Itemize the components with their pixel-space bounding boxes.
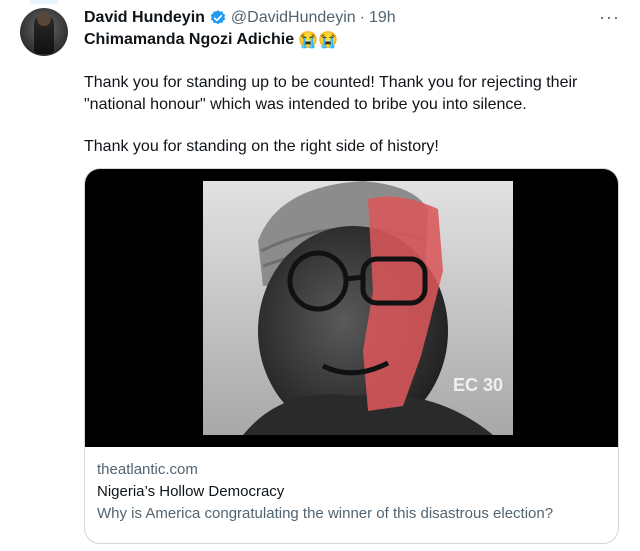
verified-badge-icon [209,9,227,27]
image-badge-text: EC 30 [453,375,503,395]
avatar[interactable] [20,8,68,56]
tweet-body: Thank you for standing up to be counted!… [84,72,614,178]
tweet-header: David Hundeyin @DavidHundeyin · 19h ··· [84,7,620,29]
card-description: Why is America congratulating the winner… [97,505,554,522]
avatar-head [37,12,51,26]
tweet-paragraph: Thank you for standing on the right side… [84,138,439,155]
tweet-paragraph: Thank you for standing up to be counted!… [84,74,578,113]
separator-dot: · [359,9,365,26]
crying-emoji: 😭😭 [298,32,338,49]
card-domain: theatlantic.com [97,461,198,478]
card-image[interactable]: EC 30 [85,169,618,447]
author-handle[interactable]: @DavidHundeyin [231,9,356,27]
more-options-icon[interactable]: ··· [599,7,620,28]
card-title: Nigeria’s Hollow Democracy [97,483,285,500]
card-artwork: EC 30 [203,181,513,435]
author-name[interactable]: David Hundeyin [84,9,205,27]
top-accent-bar [30,0,58,4]
tweet-first-line: Chimamanda Ngozi Adichie 😭😭 [84,30,338,50]
timestamp[interactable]: 19h [369,9,396,27]
card-meta[interactable]: theatlantic.com Nigeria’s Hollow Democra… [97,459,606,525]
link-card[interactable]: EC 30 theatlantic.com Nigeria’s Hollow D… [84,168,619,544]
mention-text: Chimamanda Ngozi Adichie [84,31,295,48]
